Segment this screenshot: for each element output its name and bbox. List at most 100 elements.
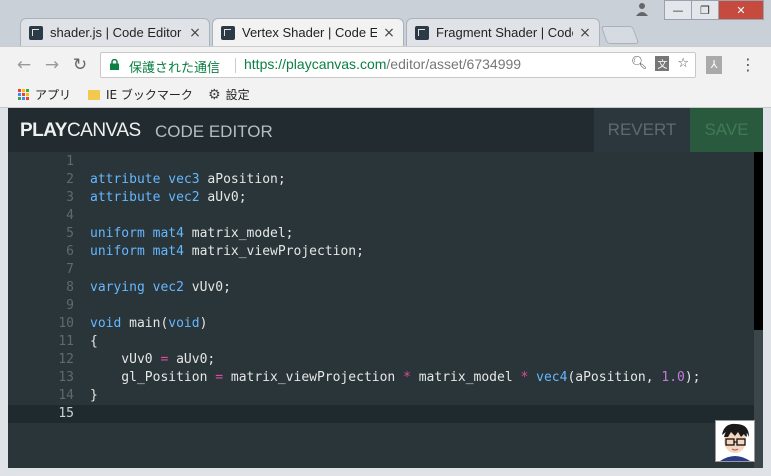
- revert-button[interactable]: REVERT: [594, 108, 690, 152]
- keyword-token: void: [168, 316, 200, 331]
- text-token: aPosition;: [199, 172, 286, 187]
- text-token: );: [684, 370, 701, 385]
- playcanvas-favicon-icon: [29, 25, 43, 40]
- keyword-token: attribute: [90, 172, 161, 187]
- bookmark-label: 設定: [225, 88, 250, 102]
- forward-button[interactable]: →: [42, 55, 62, 75]
- pdf-extension-icon[interactable]: ⅄: [706, 56, 722, 74]
- back-button[interactable]: ←: [14, 55, 34, 75]
- tab-strip: shader.js | Code Editor × Vertex Shader …: [0, 0, 771, 46]
- page-title: CODE EDITOR: [155, 122, 273, 141]
- apps-grid-icon: [18, 89, 29, 100]
- tab-title: Vertex Shader | Code Ed: [242, 25, 377, 40]
- text-token: vUv0: [90, 352, 161, 367]
- operator-token: =: [215, 370, 224, 385]
- tab-close-icon[interactable]: ×: [383, 25, 395, 41]
- tab-close-icon[interactable]: ×: [579, 25, 591, 41]
- lock-icon: [110, 59, 119, 70]
- code-editor[interactable]: 1 2 attribute vec3 aPosition; 3 attribute ve…: [8, 152, 763, 468]
- code-text: }: [90, 387, 98, 405]
- code-line[interactable]: 3 attribute vec2 aUv0;: [8, 189, 754, 207]
- code-line[interactable]: 10 void main(void): [8, 315, 754, 333]
- security-label: 保護された通信: [129, 61, 221, 76]
- line-number: 6: [66, 244, 74, 259]
- bookmark-apps[interactable]: アプリ: [18, 86, 71, 103]
- tab-shader-js[interactable]: shader.js | Code Editor ×: [20, 18, 210, 46]
- code-line[interactable]: 1: [8, 153, 754, 171]
- code-line[interactable]: 6 uniform mat4 matrix_viewProjection;: [8, 243, 754, 261]
- keyword-token: vec2: [152, 280, 184, 295]
- translate-icon[interactable]: 文: [655, 56, 670, 71]
- new-tab-button[interactable]: [600, 26, 640, 44]
- maximize-button[interactable]: ❐: [691, 0, 719, 20]
- line-number: 14: [58, 388, 74, 403]
- code-text: uniform mat4 matrix_viewProjection;: [90, 243, 364, 261]
- code-line[interactable]: 13 gl_Position = matrix_viewProjection *…: [8, 369, 754, 387]
- text-token: (aPosition,: [567, 370, 662, 385]
- code-line[interactable]: 5 uniform mat4 matrix_model;: [8, 225, 754, 243]
- keyword-token: vec4: [536, 370, 568, 385]
- text-token: }: [90, 388, 98, 403]
- browser-menu-icon[interactable]: ⋮: [740, 55, 756, 74]
- bookmark-settings[interactable]: ⚙ 設定: [208, 86, 250, 103]
- code-line[interactable]: 11 {: [8, 333, 754, 351]
- keyword-token: mat4: [152, 226, 184, 241]
- line-number: 1: [66, 154, 74, 169]
- code-text: varying vec2 vUv0;: [90, 279, 231, 297]
- text-token: ): [199, 316, 208, 331]
- logo-bold: PLAY: [20, 120, 67, 141]
- user-avatar[interactable]: [715, 420, 755, 462]
- text-token: aUv0;: [199, 190, 247, 205]
- line-number: 5: [66, 226, 74, 241]
- tab-close-icon[interactable]: ×: [189, 25, 201, 41]
- code-line[interactable]: 12 vUv0 = aUv0;: [8, 351, 754, 369]
- code-line[interactable]: 9: [8, 297, 754, 315]
- text-token: aUv0;: [168, 352, 216, 367]
- bookmark-ie-folder[interactable]: IE ブックマーク: [88, 86, 193, 103]
- zoom-icon[interactable]: 🔍︎: [631, 56, 648, 71]
- bookmark-label: IE ブックマーク: [106, 88, 193, 102]
- line-number: 4: [66, 208, 74, 223]
- code-line[interactable]: 2 attribute vec3 aPosition;: [8, 171, 754, 189]
- browser-window: shader.js | Code Editor × Vertex Shader …: [0, 0, 771, 476]
- code-editor-header: PLAYCANVAS CODE EDITOR REVERT SAVE: [8, 108, 763, 152]
- code-line[interactable]: 4: [8, 207, 754, 225]
- code-text: vUv0 = aUv0;: [90, 351, 215, 369]
- reload-button[interactable]: ↻: [70, 55, 90, 75]
- user-profile-icon[interactable]: [632, 2, 652, 18]
- text-token: matrix_model;: [183, 226, 294, 241]
- code-line[interactable]: 7: [8, 261, 754, 279]
- text-token: main(: [121, 316, 169, 331]
- save-button[interactable]: SAVE: [690, 108, 763, 152]
- scrollbar-thumb[interactable]: [754, 152, 763, 330]
- line-number: 15: [58, 406, 74, 421]
- text-token: {: [90, 334, 98, 349]
- minimize-button[interactable]: —: [664, 0, 692, 20]
- playcanvas-favicon-icon: [415, 25, 429, 40]
- keyword-token: attribute: [90, 190, 161, 205]
- omnibox-icons: 🔍︎ 文 ☆: [631, 56, 689, 71]
- close-window-button[interactable]: ✕: [718, 0, 764, 20]
- tab-fragment-shader[interactable]: Fragment Shader | Code Ed ×: [406, 18, 600, 46]
- address-bar[interactable]: 保護された通信 https://playcanvas.com/editor/as…: [100, 52, 696, 78]
- keyword-token: vec2: [168, 190, 200, 205]
- operator-token: *: [403, 370, 411, 385]
- line-number: 13: [58, 370, 74, 385]
- code-text: void main(void): [90, 315, 207, 333]
- tab-vertex-shader[interactable]: Vertex Shader | Code Ed ×: [212, 18, 404, 46]
- playcanvas-logo[interactable]: PLAYCANVAS: [20, 120, 141, 142]
- code-line[interactable]: 8 varying vec2 vUv0;: [8, 279, 754, 297]
- url-text[interactable]: https://playcanvas.com/editor/asset/6734…: [244, 56, 521, 72]
- code-text: uniform mat4 matrix_model;: [90, 225, 294, 243]
- text-token: gl_Position: [90, 370, 216, 385]
- line-number: 9: [66, 298, 74, 313]
- bookmark-star-icon[interactable]: ☆: [677, 56, 689, 71]
- keyword-token: varying: [90, 280, 145, 295]
- vertical-scrollbar[interactable]: [754, 152, 763, 468]
- text-token: vUv0;: [183, 280, 231, 295]
- code-line[interactable]: 15: [8, 405, 754, 423]
- code-line[interactable]: 14}: [8, 387, 754, 405]
